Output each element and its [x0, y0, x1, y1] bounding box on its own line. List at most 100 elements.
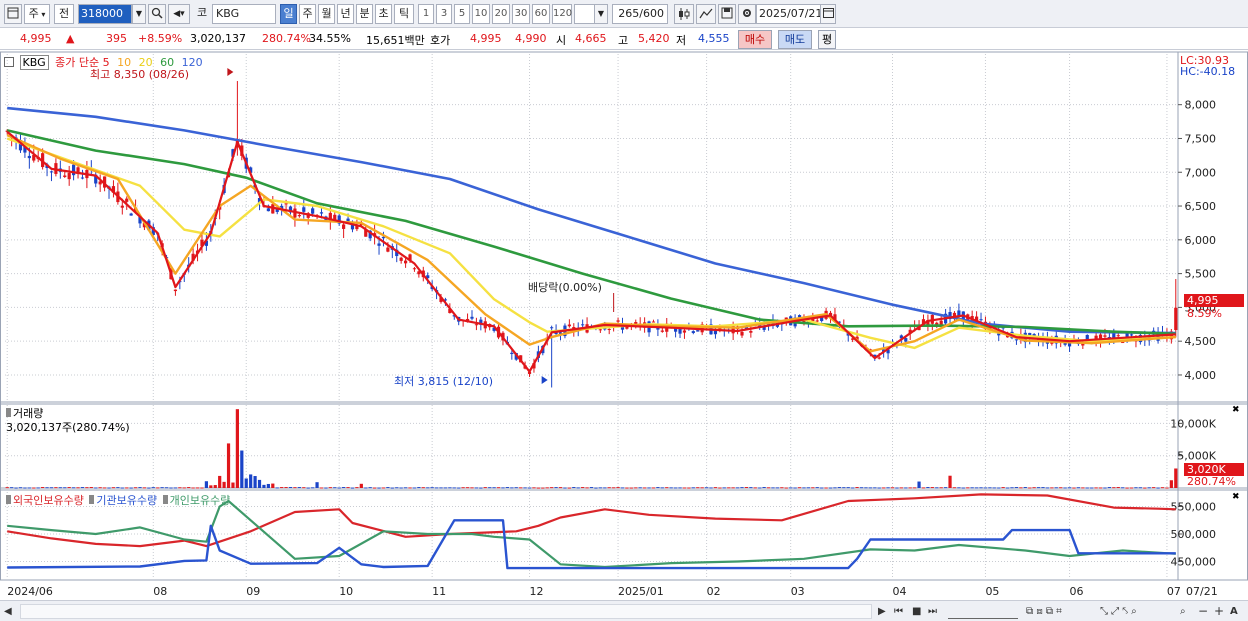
volume-bar	[519, 487, 523, 489]
code-dropdown-icon[interactable]: ▼	[132, 4, 146, 24]
interval-5[interactable]: 5	[454, 4, 470, 24]
calendar-icon[interactable]	[820, 4, 836, 24]
volume-bar	[603, 487, 607, 489]
candle-body	[740, 331, 744, 336]
chart-settings-icon[interactable]	[4, 57, 14, 67]
bar-count-input[interactable]: 265/600	[612, 4, 668, 24]
interval-20[interactable]: 20	[492, 4, 510, 24]
volume-bar	[306, 487, 310, 489]
institution-holding-line	[7, 519, 1176, 570]
layout-icons[interactable]: ⧉ ⧈ ⧉ ⌗	[1026, 604, 1062, 619]
price-axis-tick-label: 4,000	[1185, 369, 1217, 382]
scroll-left-icon[interactable]: ◀	[4, 604, 12, 619]
volume-bar	[1085, 487, 1089, 489]
interval-10[interactable]: 10	[472, 4, 490, 24]
volume-bar	[147, 487, 151, 489]
chart-area[interactable]: 4,000 4,500 5,000 5,500 6,000 6,500 7,000 7,500…	[0, 50, 1248, 600]
zoom-plus-icon[interactable]: +	[1214, 604, 1224, 619]
stock-name-field[interactable]: KBG	[212, 4, 276, 24]
buy-button[interactable]: 매수	[738, 30, 772, 49]
volume-bar	[501, 487, 505, 489]
volume-bar	[102, 487, 107, 489]
volume-bar	[85, 487, 89, 489]
price-axis-tick-label: 7,500	[1185, 132, 1217, 145]
volume-bar	[262, 484, 266, 488]
volume-pane-close-icon[interactable]: ✖	[1232, 405, 1240, 415]
period-tab-month[interactable]: 월	[318, 4, 335, 24]
interval-120[interactable]: 120	[552, 4, 572, 24]
candle-body	[120, 205, 124, 208]
zoom-minus-icon[interactable]: −	[1198, 604, 1208, 619]
candle-body	[80, 177, 85, 179]
scale-a-icon[interactable]: A	[1230, 604, 1238, 619]
change-arrow: ▲	[66, 32, 75, 45]
scroll-right-icon[interactable]: ▶	[878, 604, 886, 619]
indicator-icon[interactable]	[696, 4, 716, 24]
volume-bar	[877, 487, 881, 489]
zoom-out-icon[interactable]: ⌕	[1180, 604, 1186, 619]
bar-count-value: 265	[618, 7, 640, 20]
candle-body	[979, 319, 983, 321]
period-select[interactable]: 주 ▾	[24, 4, 50, 24]
sell-button[interactable]: 매도	[778, 30, 812, 49]
period-tab-week[interactable]: 주	[299, 4, 316, 24]
volume-bar	[1103, 487, 1107, 489]
window-layout-icon[interactable]	[4, 4, 22, 24]
volume-bar	[1138, 487, 1142, 489]
interval-30[interactable]: 30	[512, 4, 530, 24]
volume-bar	[337, 487, 341, 489]
volume-bar	[842, 487, 846, 489]
volume-bar	[1152, 487, 1156, 489]
period-tab-day[interactable]: 일	[280, 4, 297, 24]
volume-bar	[319, 487, 324, 489]
stop-icon[interactable]: ■	[912, 604, 921, 619]
sound-icon[interactable]: ◀▾	[168, 4, 190, 24]
holding-pane-close-icon[interactable]: ✖	[1232, 492, 1240, 502]
volume-bar	[160, 487, 164, 489]
interval-3[interactable]: 3	[436, 4, 452, 24]
draw-tools-icons[interactable]: ⤡ ⤢ ⤣ ⌕	[1100, 604, 1137, 619]
go-last-icon[interactable]: ⏭	[928, 604, 937, 619]
chart-canvas[interactable]: 4,0004,5005,0005,5006,0006,5007,0007,500…	[0, 50, 1248, 600]
volume-bar	[545, 487, 549, 489]
volume-bar	[235, 409, 239, 488]
search-icon[interactable]	[148, 4, 166, 24]
horizontal-scrollbar[interactable]	[20, 604, 872, 619]
volume-bar	[36, 487, 40, 489]
period-tab-tick[interactable]: 틱	[394, 4, 414, 24]
volume-series	[5, 409, 1178, 489]
date-input[interactable]: 2025/07/21	[756, 4, 822, 24]
volume-bar	[231, 482, 235, 488]
volume-bar	[218, 475, 222, 488]
volume-bar	[992, 487, 996, 489]
volume-bar	[554, 487, 558, 489]
volume-bar	[390, 487, 394, 489]
volume-bar	[191, 487, 195, 489]
volume-bar	[851, 487, 855, 489]
candle-type-icon[interactable]	[674, 4, 694, 24]
period-select-label: 주	[28, 7, 39, 20]
legend-individual: 개인보유수량	[169, 494, 231, 507]
period-tab-year[interactable]: 년	[337, 4, 354, 24]
custom-interval-dropdown-icon[interactable]: ▼	[594, 4, 608, 24]
volume-bar	[403, 487, 408, 489]
interval-60[interactable]: 60	[532, 4, 550, 24]
candle-body	[904, 338, 908, 342]
volume-bar	[474, 487, 479, 489]
zoom-slider[interactable]	[948, 604, 1018, 619]
period-tab-second[interactable]: 초	[375, 4, 392, 24]
save-icon[interactable]	[718, 4, 736, 24]
evaluate-button[interactable]: 평	[818, 30, 836, 49]
volume-bar	[359, 483, 363, 488]
settings-gear-icon[interactable]	[738, 4, 756, 24]
volume-bar	[612, 487, 616, 489]
go-first-icon[interactable]: ⏮	[894, 604, 903, 619]
prev-button[interactable]: 전	[54, 4, 74, 24]
stock-code-value: 318000	[81, 7, 123, 20]
volume-bar	[133, 487, 138, 489]
period-tab-minute[interactable]: 분	[356, 4, 373, 24]
interval-1[interactable]: 1	[418, 4, 434, 24]
holding-sep2-icon	[162, 495, 168, 504]
stock-code-input[interactable]: 318000	[78, 4, 132, 24]
quote-bar: 4,995 ▲ 395 +8.59% 3,020,137 280.74% 34.…	[0, 28, 1248, 50]
